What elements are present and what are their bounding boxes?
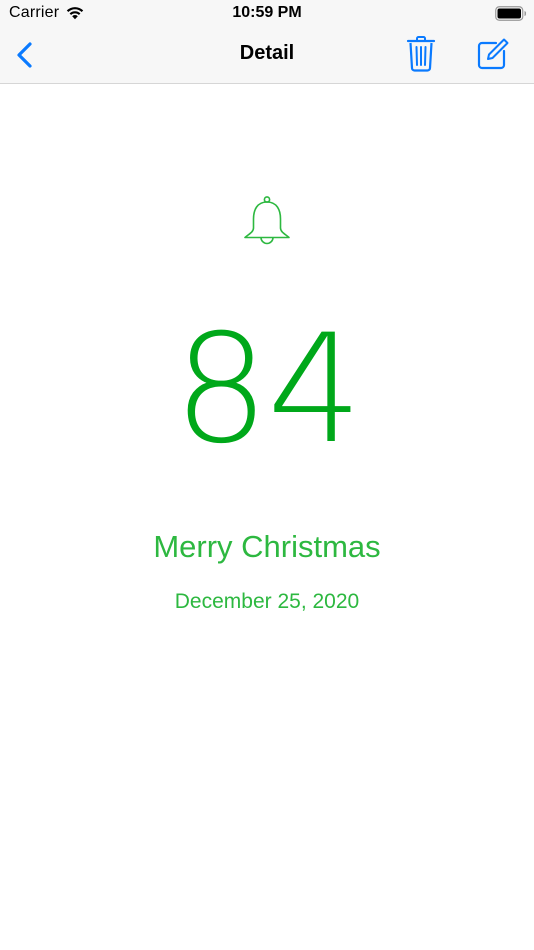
event-title: Merry Christmas: [153, 529, 381, 564]
navigation-bar: Detail: [0, 28, 534, 84]
bell-icon: [244, 196, 290, 245]
status-time: 10:59 PM: [232, 4, 302, 21]
nav-title: Detail: [239, 42, 295, 64]
detail-screen: Carrier 10:59 PM Detail 84 Merry Christm…: [0, 0, 534, 950]
battery-icon: [495, 6, 527, 21]
trash-icon[interactable]: [404, 36, 438, 72]
event-date: December 25, 2020: [174, 590, 360, 613]
status-bar: Carrier 10:59 PM: [0, 0, 534, 28]
compose-icon[interactable]: [474, 36, 510, 72]
days-remaining-count: 84: [173, 303, 363, 477]
